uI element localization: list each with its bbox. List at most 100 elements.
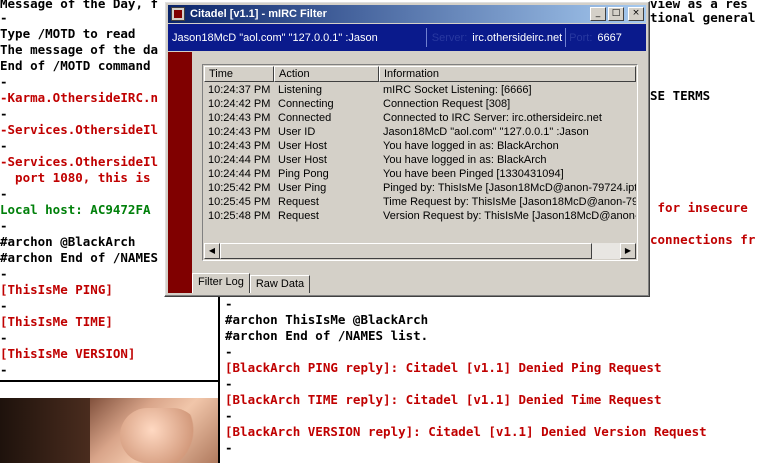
log-row[interactable]: 10:24:44 PM User Host You have logged in a… [204, 153, 636, 167]
tab-strip: Filter Log Raw Data [192, 273, 311, 293]
maximize-button[interactable]: □ [608, 7, 624, 21]
log-action: User ID [278, 126, 316, 138]
log-time: 10:24:44 PM [208, 168, 271, 180]
irc-line: [BlackArch TIME reply]: Citadel [v1.1] D… [225, 392, 662, 407]
irc-line: tional general [650, 10, 756, 25]
irc-line: [BlackArch PING reply]: Citadel [v1.1] D… [225, 360, 662, 375]
log-row[interactable]: 10:25:42 PM User Ping Pinged by: ThisIsMe … [204, 181, 636, 195]
app-icon [171, 7, 185, 21]
window-title: Citadel [v1.1] - mIRC Filter [190, 8, 327, 20]
log-listview[interactable]: Time Action Information 10:24:37 PM Liste… [202, 64, 638, 261]
irc-line: for insecure [650, 200, 748, 215]
log-action: User Ping [278, 182, 327, 194]
log-row[interactable]: 10:25:45 PM Request Time Request by: ThisI… [204, 195, 636, 209]
close-button[interactable]: × [628, 7, 644, 21]
log-time: 10:24:44 PM [208, 154, 271, 166]
horizontal-scrollbar[interactable]: ◀ ▶ [204, 243, 636, 259]
irc-line: Local host: AC9472FA [0, 202, 151, 217]
irc-line: [ThisIsMe TIME] [0, 314, 113, 329]
irc-line: [ThisIsMe PING] [0, 282, 113, 297]
log-row[interactable]: 10:24:37 PM Listening mIRC Socket Listenin… [204, 83, 636, 97]
scroll-right-arrow-icon[interactable]: ▶ [620, 243, 636, 259]
server-label: Server: [431, 31, 468, 44]
log-action: Connected [278, 112, 332, 124]
irc-line: - [0, 298, 8, 313]
log-header: Time Action Information [204, 66, 636, 82]
connection-info-bar: Jason18McD "aol.com" "127.0.0.1" :Jason … [168, 24, 646, 51]
tab-filter-log[interactable]: Filter Log [192, 273, 250, 293]
irc-line: [ThisIsMe VERSION] [0, 346, 136, 361]
log-action: Ping Pong [278, 168, 329, 180]
irc-line: - [0, 362, 8, 377]
irc-line: - [225, 296, 233, 311]
log-time: 10:25:45 PM [208, 196, 271, 208]
log-time: 10:24:37 PM [208, 84, 271, 96]
irc-line: - [0, 186, 8, 201]
irc-line: - [0, 330, 8, 345]
irc-line: #archon End of /NAMES list. [225, 328, 429, 343]
log-rows: 10:24:37 PM Listening mIRC Socket Listenin… [204, 83, 636, 243]
log-information: Time Request by: ThisIsMe [Jason18McD@an… [383, 196, 636, 208]
irc-line: #archon @BlackArch [0, 234, 136, 249]
irc-line: Message of the Day, f [0, 0, 159, 11]
window-titlebar[interactable]: Citadel [v1.1] - mIRC Filter _ □ × [168, 5, 646, 23]
log-information: Connected to IRC Server: irc.othersideir… [383, 112, 602, 124]
pane-divider-vertical[interactable] [218, 290, 220, 463]
log-time: 10:25:42 PM [208, 182, 271, 194]
log-time: 10:24:43 PM [208, 140, 271, 152]
user-info: Jason18McD "aol.com" "127.0.0.1" :Jason [172, 31, 378, 44]
sidebar-strip [168, 52, 192, 293]
irc-line: SE TERMS [650, 88, 711, 103]
log-time: 10:24:43 PM [208, 126, 271, 138]
log-time: 10:24:42 PM [208, 98, 271, 110]
irc-line: - [0, 138, 8, 153]
log-information: Pinged by: ThisIsMe [Jason18McD@anon-797… [383, 182, 636, 194]
log-information: Version Request by: ThisIsMe [Jason18McD… [383, 210, 636, 222]
log-time: 10:24:43 PM [208, 112, 271, 124]
log-row[interactable]: 10:24:44 PM Ping Pong You have been Pinged… [204, 167, 636, 181]
log-action: User Host [278, 154, 327, 166]
filter-log-panel: Time Action Information 10:24:37 PM Liste… [192, 52, 646, 273]
irc-line: - [225, 408, 233, 423]
log-time: 10:25:48 PM [208, 210, 271, 222]
log-information: You have logged in as: BlackArchon [383, 140, 559, 152]
log-row[interactable]: 10:24:43 PM Connected Connected to IRC Ser… [204, 111, 636, 125]
port-label: Port: [569, 31, 593, 44]
log-action: Request [278, 210, 319, 222]
irc-line: -Karma.OthersideIRC.n [0, 90, 159, 105]
irc-line: #archon ThisIsMe @BlackArch [225, 312, 429, 327]
window-body: Time Action Information 10:24:37 PM Liste… [168, 52, 646, 293]
irc-line: port 1080, this is [0, 170, 151, 185]
log-row[interactable]: 10:24:43 PM User Host You have logged in a… [204, 139, 636, 153]
irc-line: - [225, 344, 233, 359]
irc-line: [BlackArch VERSION reply]: Citadel [v1.1… [225, 424, 707, 439]
log-information: Connection Request [308] [383, 98, 511, 110]
scrollbar-thumb[interactable] [220, 243, 592, 259]
citadel-window: Citadel [v1.1] - mIRC Filter _ □ × Jason… [164, 1, 650, 297]
scroll-left-arrow-icon[interactable]: ◀ [204, 243, 220, 259]
column-header-action[interactable]: Action [274, 66, 379, 82]
log-action: Request [278, 196, 319, 208]
irc-line: End of /MOTD command [0, 58, 151, 73]
minimize-button[interactable]: _ [590, 7, 606, 21]
irc-line: - [225, 440, 233, 455]
irc-line: The message of the da [0, 42, 159, 57]
irc-line: #archon End of /NAMES [0, 250, 159, 265]
log-action: Listening [278, 84, 323, 96]
tab-raw-data[interactable]: Raw Data [249, 275, 311, 293]
irc-line: - [0, 10, 8, 25]
pane-divider-horizontal[interactable] [0, 380, 218, 382]
log-information: mIRC Socket Listening: [6666] [383, 84, 532, 96]
column-header-time[interactable]: Time [204, 66, 274, 82]
irc-line: -Services.OthersideIl [0, 122, 159, 137]
irc-line: Type /MOTD to read [0, 26, 136, 41]
log-row[interactable]: 10:24:43 PM User ID Jason18McD "aol.com" "… [204, 125, 636, 139]
port-value: 6667 [597, 31, 622, 44]
irc-line: -Services.OthersideIl [0, 154, 159, 169]
log-row[interactable]: 10:24:42 PM Connecting Connection Request … [204, 97, 636, 111]
irc-line: - [0, 266, 8, 281]
log-row[interactable]: 10:25:48 PM Request Version Request by: Th… [204, 209, 636, 223]
column-header-information[interactable]: Information [379, 66, 636, 82]
log-information: Jason18McD "aol.com" "127.0.0.1" :Jason [383, 126, 589, 138]
photo-thumbnail [0, 398, 218, 463]
